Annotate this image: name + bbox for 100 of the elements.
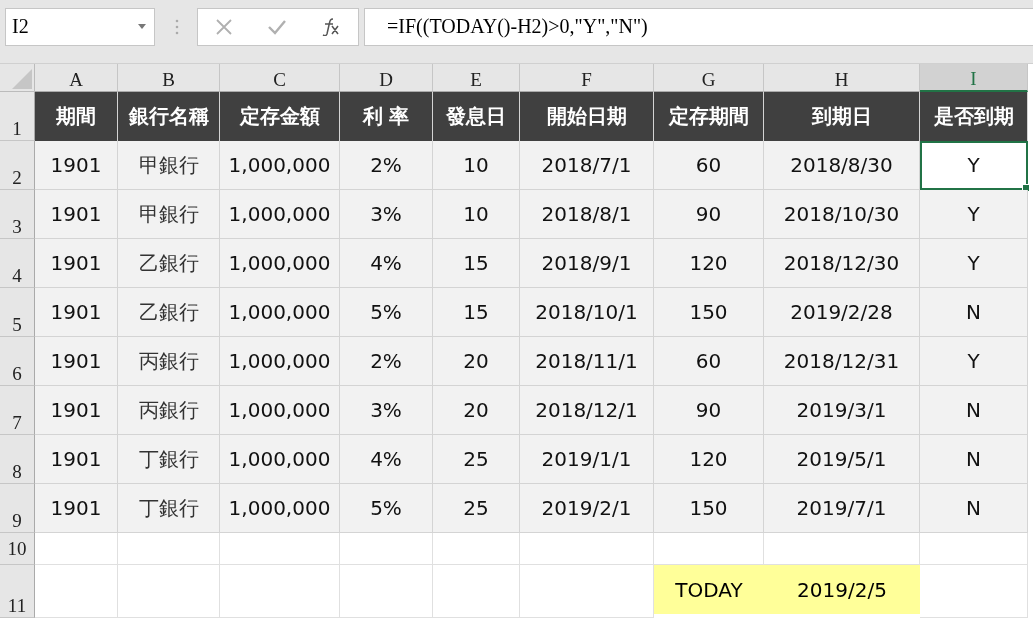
header-cell: 定存金額	[220, 92, 340, 141]
table-cell: 1,000,000	[220, 239, 340, 288]
table-cell: 1901	[35, 288, 118, 337]
table-cell: 2018/12/1	[520, 386, 654, 435]
table-cell: 60	[654, 141, 764, 190]
column-header[interactable]: C	[220, 64, 340, 92]
formula-field[interactable]: =IF((TODAY()-H2)>0,"Y","N")	[364, 7, 1033, 46]
table-cell: 1901	[35, 435, 118, 484]
table-cell: 150	[654, 484, 764, 533]
table-cell: 20	[433, 337, 520, 386]
table-cell: N	[920, 484, 1028, 533]
table-cell: 2018/10/1	[520, 288, 654, 337]
table-cell: 2%	[340, 141, 433, 190]
table-cell: 1,000,000	[220, 337, 340, 386]
table-cell: Y	[920, 239, 1028, 288]
row-header[interactable]: 5	[0, 288, 35, 337]
header-cell: 是否到期	[920, 92, 1028, 141]
table-cell: 丁銀行	[118, 435, 220, 484]
row-header[interactable]: 10	[0, 533, 35, 565]
table-cell: 2018/12/30	[764, 239, 920, 288]
table-cell: 1901	[35, 141, 118, 190]
table-cell: 2019/2/28	[764, 288, 920, 337]
table-cell: 150	[654, 288, 764, 337]
function-icon[interactable]	[321, 17, 341, 36]
table-cell: 4%	[340, 435, 433, 484]
table-cell: 1,000,000	[220, 288, 340, 337]
today-cell: TODAY	[654, 565, 764, 614]
table-cell: 2019/1/1	[520, 435, 654, 484]
table-cell: 2019/5/1	[764, 435, 920, 484]
table-cell: 2019/2/1	[520, 484, 654, 533]
column-header[interactable]: H	[764, 64, 920, 92]
table-cell: 2018/7/1	[520, 141, 654, 190]
table-cell: 2019/3/1	[764, 386, 920, 435]
column-header[interactable]: A	[35, 64, 118, 92]
row-header[interactable]: 8	[0, 435, 35, 484]
table-cell: 15	[433, 239, 520, 288]
column-header[interactable]: I	[920, 64, 1028, 92]
row-header[interactable]: 2	[0, 141, 35, 190]
table-cell: 2018/12/31	[764, 337, 920, 386]
table-cell: 2018/9/1	[520, 239, 654, 288]
table-cell: 1,000,000	[220, 190, 340, 239]
table-cell: 1901	[35, 190, 118, 239]
row-header[interactable]: 3	[0, 190, 35, 239]
table-cell: 丁銀行	[118, 484, 220, 533]
table-cell: 60	[654, 337, 764, 386]
cancel-icon[interactable]	[215, 17, 233, 36]
table-cell: 乙銀行	[118, 288, 220, 337]
table-cell: 90	[654, 190, 764, 239]
table-cell: 25	[433, 484, 520, 533]
check-icon[interactable]	[267, 18, 287, 35]
table-cell: 4%	[340, 239, 433, 288]
table-cell: Y	[920, 190, 1028, 239]
table-cell: 10	[433, 141, 520, 190]
table-cell: 25	[433, 435, 520, 484]
row-header[interactable]: 1	[0, 92, 35, 141]
table-cell: 2019/7/1	[764, 484, 920, 533]
row-header[interactable]: 11	[0, 565, 35, 618]
table-cell: Y	[920, 141, 1028, 190]
table-cell: 2018/11/1	[520, 337, 654, 386]
grip-icon	[175, 18, 179, 35]
table-cell: 2018/8/1	[520, 190, 654, 239]
row-header[interactable]: 4	[0, 239, 35, 288]
table-cell: 1901	[35, 386, 118, 435]
column-header[interactable]: F	[520, 64, 654, 92]
table-cell: 甲銀行	[118, 190, 220, 239]
column-header[interactable]: G	[654, 64, 764, 92]
header-cell: 期間	[35, 92, 118, 141]
table-cell: N	[920, 288, 1028, 337]
header-cell: 定存期間	[654, 92, 764, 141]
header-cell: 到期日	[764, 92, 920, 141]
table-cell: N	[920, 435, 1028, 484]
name-box[interactable]: I2	[5, 7, 155, 46]
table-cell: 10	[433, 190, 520, 239]
table-cell: 3%	[340, 190, 433, 239]
table-cell: 乙銀行	[118, 239, 220, 288]
table-cell: 1,000,000	[220, 435, 340, 484]
row-header[interactable]: 7	[0, 386, 35, 435]
column-header[interactable]: E	[433, 64, 520, 92]
row-header[interactable]: 6	[0, 337, 35, 386]
table-cell: 1901	[35, 484, 118, 533]
row-header[interactable]: 9	[0, 484, 35, 533]
table-cell: 90	[654, 386, 764, 435]
table-cell: N	[920, 386, 1028, 435]
column-header[interactable]: D	[340, 64, 433, 92]
table-cell: 1,000,000	[220, 484, 340, 533]
table-cell: 120	[654, 435, 764, 484]
header-cell: 開始日期	[520, 92, 654, 141]
table-cell: 20	[433, 386, 520, 435]
table-cell: 2018/10/30	[764, 190, 920, 239]
table-cell: 1,000,000	[220, 141, 340, 190]
table-cell: 2018/8/30	[764, 141, 920, 190]
header-cell: 利 率	[340, 92, 433, 141]
table-cell: 1901	[35, 337, 118, 386]
column-header[interactable]: B	[118, 64, 220, 92]
table-cell: 5%	[340, 288, 433, 337]
header-cell: 發息日	[433, 92, 520, 141]
table-cell: 120	[654, 239, 764, 288]
header-cell: 銀行名稱	[118, 92, 220, 141]
table-cell: 3%	[340, 386, 433, 435]
select-all-icon[interactable]	[12, 69, 32, 89]
